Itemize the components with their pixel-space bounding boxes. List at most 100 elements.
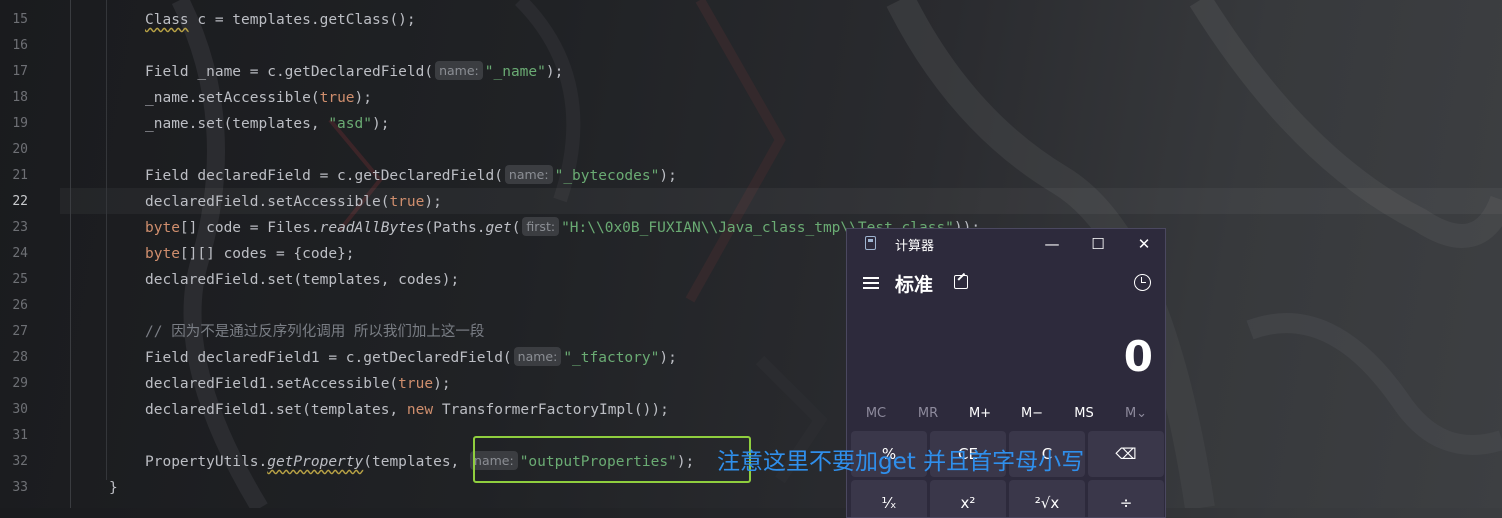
keyword: true: [389, 194, 425, 210]
line-number: 20: [12, 142, 28, 157]
string-literal: "_name": [484, 64, 546, 80]
keyword: byte: [145, 220, 180, 236]
square-key[interactable]: x²: [930, 480, 1006, 517]
backspace-key[interactable]: ⌫: [1088, 431, 1164, 477]
code-token: );: [545, 64, 564, 80]
keyword: true: [398, 376, 434, 392]
string-literal: "asd": [328, 116, 372, 132]
code-token: Field _name = c.getDeclaredField(: [145, 64, 434, 80]
code-line-15[interactable]: Class c = templates.getClass();: [145, 7, 416, 33]
line-number: 19: [12, 116, 28, 131]
line-number: 30: [12, 402, 28, 417]
calculator-title: 计算器: [895, 239, 935, 254]
line-number: 24: [12, 246, 28, 261]
line-number: 28: [12, 350, 28, 365]
code-token: (templates,: [363, 454, 469, 470]
indent-guide: [70, 0, 71, 508]
minimize-button[interactable]: —: [1037, 232, 1067, 256]
memory-row: MC MR M+ M− MS M⌄: [847, 406, 1165, 426]
code-token: [] code = Files.: [179, 220, 320, 236]
line-number: 32: [12, 454, 28, 469]
string-literal: "_tfactory": [563, 350, 660, 366]
calculator-titlebar[interactable]: 计算器 — ☐ ✕: [847, 229, 1165, 259]
code-line-27[interactable]: // 因为不是通过反序列化调用 所以我们加上这一段: [145, 319, 484, 345]
code-token: Class: [145, 12, 189, 28]
code-line-29[interactable]: declaredField1.setAccessible(true);: [145, 371, 451, 397]
code-line-30[interactable]: declaredField1.set(templates, new Transf…: [145, 397, 669, 423]
parameter-hint: name:: [435, 61, 483, 80]
code-line-28[interactable]: Field declaredField1 = c.getDeclaredFiel…: [145, 345, 677, 371]
hamburger-menu-icon[interactable]: [863, 277, 879, 289]
code-line-33[interactable]: }: [109, 475, 118, 501]
maximize-button[interactable]: ☐: [1083, 232, 1113, 256]
line-number: 17: [12, 64, 28, 79]
line-number: 16: [12, 38, 28, 53]
code-token: declaredField.setAccessible(: [145, 194, 390, 210]
code-line-21[interactable]: Field declaredField = c.getDeclaredField…: [145, 163, 677, 189]
calculator-display: 0: [1123, 332, 1153, 381]
parameter-hint: name:: [504, 165, 553, 184]
line-number-current: 22: [12, 194, 28, 209]
string-literal: "_bytecodes": [554, 168, 660, 184]
code-token: (Paths.: [424, 220, 486, 236]
line-number: 29: [12, 376, 28, 391]
history-icon[interactable]: [1134, 274, 1151, 291]
line-number: 23: [12, 220, 28, 235]
keyword: new: [406, 402, 434, 418]
code-token: [][] codes = {code};: [179, 246, 355, 262]
code-token: _name.setAccessible(: [145, 90, 320, 106]
code-token: (: [511, 220, 521, 236]
keyword: byte: [145, 246, 180, 262]
line-number: 15: [12, 12, 28, 27]
memory-store-button[interactable]: MS: [1058, 406, 1110, 421]
code-token: Field declaredField1 = c.getDeclaredFiel…: [145, 350, 512, 366]
code-token: Field declaredField = c.getDeclaredField…: [145, 168, 503, 184]
annotation-text: 注意这里不要加get 并且首字母小写: [717, 449, 1085, 475]
calculator-mode-row: 标准: [847, 267, 1165, 303]
method-call: getProperty: [267, 454, 364, 470]
calculator-app-icon: [865, 236, 876, 250]
line-number: 33: [12, 480, 28, 495]
code-token: declaredField1.setAccessible(: [145, 376, 399, 392]
memory-subtract-button[interactable]: M−: [1006, 406, 1058, 421]
code-token: PropertyUtils.: [145, 454, 268, 470]
memory-list-button[interactable]: M⌄: [1110, 406, 1162, 421]
code-line-17[interactable]: Field _name = c.getDeclaredField(name: "_…: [145, 59, 563, 85]
code-line-24[interactable]: byte[][] codes = {code};: [145, 241, 355, 267]
parameter-hint: name:: [513, 347, 562, 366]
line-number: 25: [12, 272, 28, 287]
memory-add-button[interactable]: M+: [954, 406, 1006, 421]
code-token: );: [371, 116, 390, 132]
code-token: );: [354, 90, 372, 106]
closing-brace: }: [109, 480, 118, 496]
code-token: );: [433, 376, 451, 392]
code-line-18[interactable]: _name.setAccessible(true);: [145, 85, 372, 111]
code-token: );: [659, 168, 677, 184]
code-token: _name.set(templates,: [145, 116, 329, 132]
line-number: 18: [12, 90, 28, 105]
reciprocal-key[interactable]: ¹⁄ₓ: [851, 480, 927, 517]
parameter-hint: first:: [522, 217, 560, 236]
keyword: true: [319, 90, 355, 106]
keep-on-top-icon[interactable]: [954, 275, 968, 289]
code-comment: // 因为不是通过反序列化调用 所以我们加上这一段: [145, 324, 485, 340]
memory-recall-button[interactable]: MR: [902, 406, 954, 421]
code-token: declaredField.set(templates, codes);: [145, 272, 460, 288]
calculator-mode-title: 标准: [895, 274, 934, 296]
divide-key[interactable]: ÷: [1088, 480, 1164, 517]
code-token: c = templates.getClass();: [188, 12, 416, 28]
memory-clear-button[interactable]: MC: [850, 406, 902, 421]
code-line-25[interactable]: declaredField.set(templates, codes);: [145, 267, 459, 293]
code-line-19[interactable]: _name.set(templates, "asd");: [145, 111, 389, 137]
square-root-key[interactable]: ²√x: [1009, 480, 1085, 517]
code-token: );: [659, 350, 677, 366]
code-token: declaredField1.set(templates,: [145, 402, 407, 418]
close-button[interactable]: ✕: [1129, 232, 1159, 256]
method-call: readAllBytes: [319, 220, 425, 236]
line-number: 27: [12, 324, 28, 339]
highlight-box: [473, 436, 751, 483]
line-number: 26: [12, 298, 28, 313]
code-line-22[interactable]: declaredField.setAccessible(true);: [145, 189, 442, 215]
line-number: 21: [12, 168, 28, 183]
line-number: 31: [12, 428, 28, 443]
